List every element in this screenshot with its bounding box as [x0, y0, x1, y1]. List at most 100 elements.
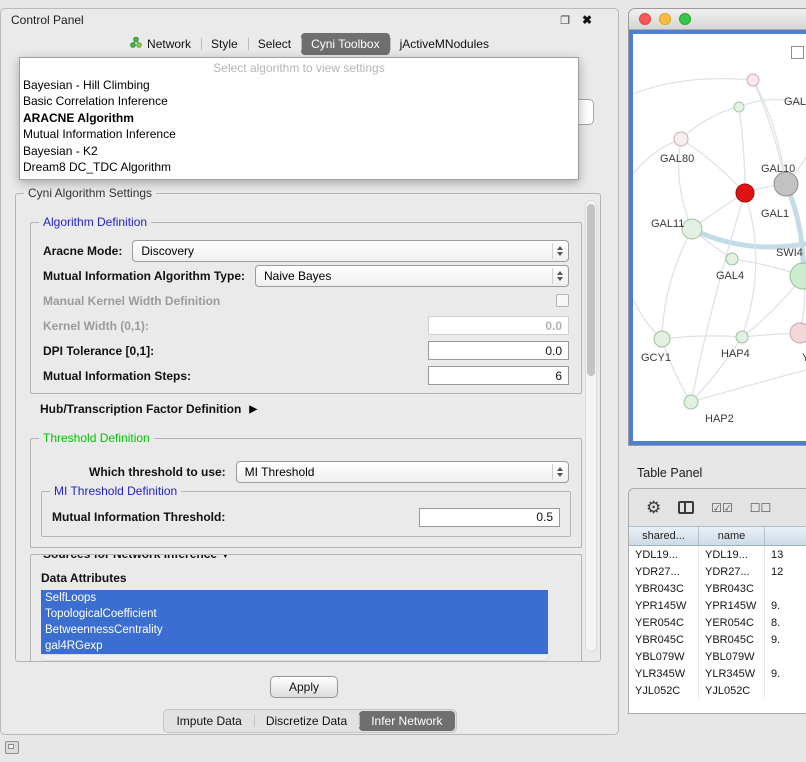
tab-cyni-toolbox[interactable]: Cyni Toolbox: [301, 33, 389, 55]
network-edge[interactable]: [739, 107, 745, 193]
sources-group-title[interactable]: Sources for Network Inference ▼: [39, 554, 234, 561]
network-node[interactable]: [736, 184, 754, 202]
minimized-panel-icon[interactable]: [5, 741, 19, 754]
apply-button[interactable]: Apply: [270, 676, 338, 698]
tab-style[interactable]: Style: [201, 33, 248, 55]
select-columns-icon[interactable]: ☑☑: [711, 501, 733, 515]
close-traffic-light-icon[interactable]: [639, 13, 651, 25]
tab-network[interactable]: Network: [120, 33, 201, 55]
manual-kernel-checkbox[interactable]: [556, 294, 569, 307]
network-edge[interactable]: [633, 79, 753, 94]
bottom-tab-discretize-data[interactable]: Discretize Data: [254, 711, 359, 731]
node-label: HAP4: [721, 348, 750, 360]
kernel-width-field[interactable]: 0.0: [428, 316, 569, 335]
algorithm-option[interactable]: Dream8 DC_TDC Algorithm: [20, 159, 578, 175]
algorithm-option[interactable]: Basic Correlation Inference: [20, 93, 578, 109]
algorithm-option[interactable]: ARACNE Algorithm: [20, 110, 578, 126]
network-canvas[interactable]: GAL80GAL10GAL11GAL1SWI4GAL4GCY1HAP4HAP2G…: [629, 30, 806, 445]
mi-type-value: Naive Bayes: [264, 269, 331, 283]
table-row[interactable]: YDR27...YDR27...12: [629, 563, 806, 580]
dpi-tolerance-field[interactable]: 0.0: [428, 341, 569, 360]
threshold-definition-title: Threshold Definition: [39, 431, 154, 445]
aracne-mode-select[interactable]: Discovery: [132, 240, 569, 262]
network-node[interactable]: [684, 395, 698, 409]
hub-tf-section-header[interactable]: Hub/Transcription Factor Definition ▶: [40, 402, 257, 416]
network-node[interactable]: [790, 323, 806, 343]
network-edge[interactable]: [742, 193, 756, 337]
network-node[interactable]: [736, 331, 748, 343]
column-selector-icon[interactable]: [678, 501, 694, 514]
network-node[interactable]: [774, 172, 798, 196]
attribute-list-item[interactable]: TopologicalCoefficient: [41, 606, 548, 622]
network-node[interactable]: [747, 74, 759, 86]
attribute-list-item[interactable]: SelfLoops: [41, 590, 548, 606]
network-edge[interactable]: [692, 229, 806, 247]
network-node[interactable]: [674, 132, 688, 146]
network-edge[interactable]: [662, 229, 692, 339]
float-window-icon[interactable]: ❐: [560, 14, 570, 27]
table-cell: 9.: [765, 665, 806, 682]
table-toolbar: ⚙ ☑☑ ☐☐: [629, 489, 806, 526]
network-node[interactable]: [734, 102, 744, 112]
algorithm-option[interactable]: Mutual Information Inference: [20, 126, 578, 142]
bottom-tab-infer-network[interactable]: Infer Network: [359, 711, 454, 731]
manual-kernel-row: Manual Kernel Width Definition: [31, 288, 581, 313]
table-row[interactable]: YDL19...YDL19...13: [629, 546, 806, 563]
table-row[interactable]: YPR145WYPR145W9.: [629, 597, 806, 614]
attribute-list-hscrollbar[interactable]: [41, 654, 548, 661]
settings-scrollbar[interactable]: [585, 200, 597, 652]
window-controls: ❐ ✖: [560, 13, 608, 27]
network-node[interactable]: [790, 263, 806, 289]
column-header[interactable]: name: [699, 527, 765, 545]
table-row[interactable]: YER054CYER054C8.: [629, 614, 806, 631]
table-row[interactable]: YBR045CYBR045C9.: [629, 631, 806, 648]
tab-jactivemnodules[interactable]: jActiveMNodules: [390, 33, 499, 55]
settings-scrollbar-thumb[interactable]: [587, 204, 595, 376]
network-edge[interactable]: [662, 339, 691, 402]
kernel-width-label: Kernel Width (0,1):: [43, 319, 149, 333]
mi-threshold-row: Mutual Information Threshold: 0.5: [42, 492, 570, 536]
mi-steps-field[interactable]: 6: [428, 366, 569, 385]
table-row[interactable]: YLR345WYLR345W9.: [629, 665, 806, 682]
network-node[interactable]: [726, 253, 738, 265]
network-edge[interactable]: [662, 336, 742, 339]
panel-title: Control Panel: [11, 13, 84, 27]
dropdown-placeholder: Select algorithm to view settings: [20, 60, 578, 77]
attribute-list-item[interactable]: gal4RGexp: [41, 638, 548, 654]
column-header[interactable]: [765, 527, 806, 545]
attribute-list-item[interactable]: BetweennessCentrality: [41, 622, 548, 638]
table-row[interactable]: YJL052CYJL052C: [629, 682, 806, 699]
zoom-traffic-light-icon[interactable]: [679, 13, 691, 25]
aracne-mode-row: Aracne Mode: Discovery: [31, 238, 581, 263]
mi-type-select[interactable]: Naive Bayes: [255, 265, 569, 287]
column-header[interactable]: shared...: [629, 527, 699, 545]
table-cell: YBL079W: [629, 648, 699, 665]
network-node[interactable]: [682, 219, 702, 239]
which-threshold-select[interactable]: MI Threshold: [236, 461, 569, 483]
table-cell: YLR345W: [699, 665, 765, 682]
mi-threshold-label: Mutual Information Threshold:: [52, 510, 225, 524]
algorithm-option[interactable]: Bayesian - K2: [20, 143, 578, 159]
algorithm-option[interactable]: Bayesian - Hill Climbing: [20, 77, 578, 93]
table-panel-window: ⚙ ☑☑ ☐☐ shared...name YDL19...YDL19...13…: [628, 488, 806, 714]
table-row[interactable]: YBR043CYBR043C: [629, 580, 806, 597]
close-icon[interactable]: ✖: [582, 13, 592, 27]
network-edge[interactable]: [681, 139, 745, 193]
settings-group-title: Cyni Algorithm Settings: [24, 186, 156, 200]
table-cell: YLR345W: [629, 665, 699, 682]
bottom-tab-impute-data[interactable]: Impute Data: [164, 711, 253, 731]
minimize-traffic-light-icon[interactable]: [659, 13, 671, 25]
tab-select[interactable]: Select: [248, 33, 301, 55]
network-edge[interactable]: [681, 107, 739, 139]
network-node[interactable]: [654, 331, 670, 347]
mi-type-row: Mutual Information Algorithm Type: Naive…: [31, 263, 581, 288]
manual-kernel-label: Manual Kernel Width Definition: [43, 294, 220, 308]
network-edge[interactable]: [786, 184, 803, 276]
unselect-columns-icon[interactable]: ☐☐: [750, 501, 772, 515]
network-edge[interactable]: [691, 337, 742, 402]
network-window-titlebar[interactable]: [629, 9, 806, 30]
settings-gear-icon[interactable]: ⚙: [646, 498, 661, 518]
table-row[interactable]: YBL079WYBL079W: [629, 648, 806, 665]
mi-threshold-field[interactable]: 0.5: [419, 508, 560, 527]
birdseye-box[interactable]: [791, 46, 804, 59]
